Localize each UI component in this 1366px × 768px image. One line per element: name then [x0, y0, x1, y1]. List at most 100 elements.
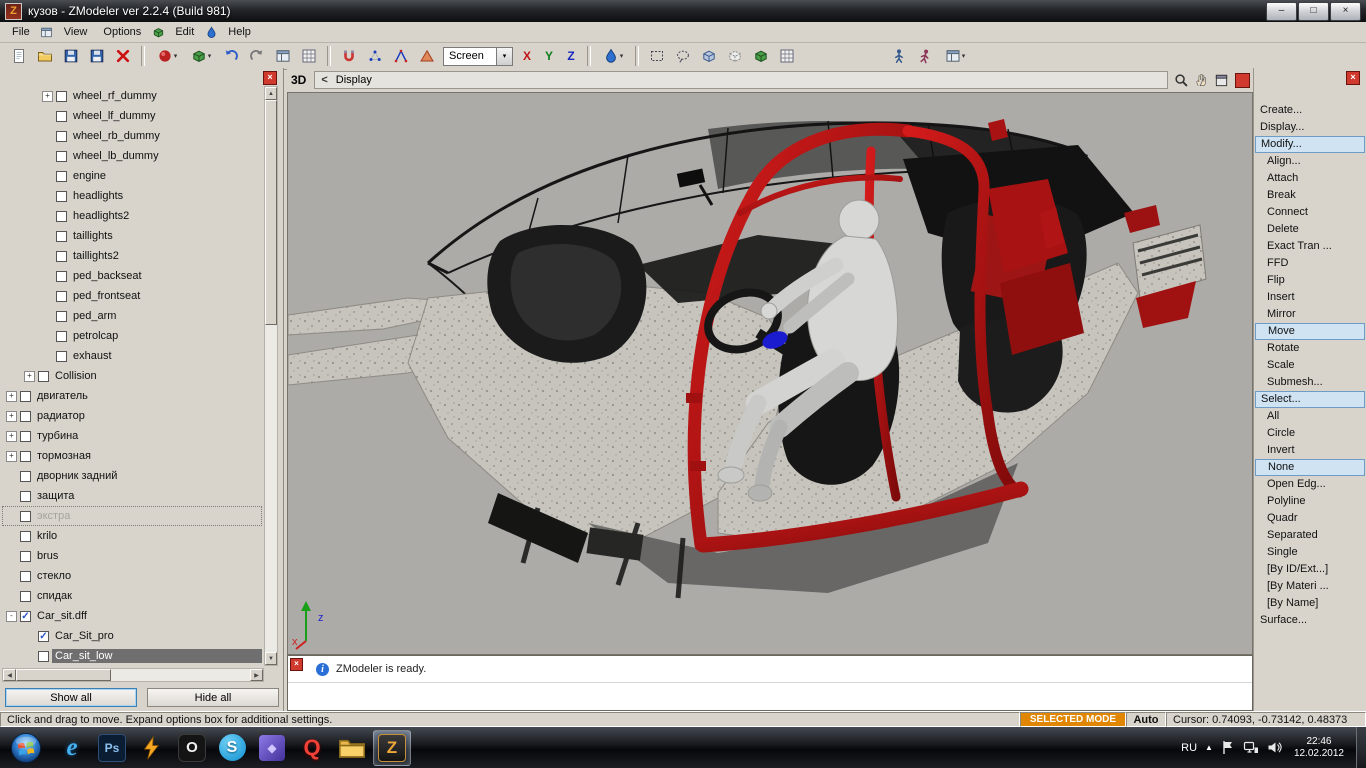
- dropdown-arrow-icon[interactable]: ▾: [496, 48, 512, 65]
- tree-item[interactable]: +двигатель: [2, 386, 262, 406]
- show-desktop-button[interactable]: [1356, 727, 1366, 768]
- select-grid-button[interactable]: [775, 45, 799, 67]
- axis-y-button[interactable]: Y: [539, 45, 559, 67]
- tree-item[interactable]: ped_backseat: [2, 266, 262, 286]
- network-icon[interactable]: [1243, 740, 1259, 755]
- tree-item[interactable]: +радиатор: [2, 406, 262, 426]
- command-by-name[interactable]: [By Name]: [1255, 595, 1365, 612]
- dropdown-arrow-icon[interactable]: ▾: [620, 52, 624, 60]
- skype-icon[interactable]: S: [213, 730, 251, 766]
- qip-icon[interactable]: Q: [293, 730, 331, 766]
- axes-space-select[interactable]: Screen▾: [443, 47, 513, 66]
- tree-item[interactable]: +wheel_rf_dummy: [2, 86, 262, 106]
- volume-icon[interactable]: [1267, 740, 1282, 755]
- opera-icon[interactable]: O: [173, 730, 211, 766]
- tree-item[interactable]: ✓Car_Sit_pro: [2, 626, 262, 646]
- tree-item[interactable]: экстра: [2, 506, 262, 526]
- item-checkbox[interactable]: [20, 591, 31, 602]
- command-connect[interactable]: Connect: [1255, 204, 1365, 221]
- scroll-track-horizontal[interactable]: [16, 669, 250, 681]
- viewport-3d-scene[interactable]: z x: [287, 92, 1253, 655]
- expand-icon[interactable]: +: [6, 431, 17, 442]
- polygons-level-button[interactable]: [415, 45, 439, 67]
- command-display[interactable]: Display...: [1255, 119, 1365, 136]
- command-mirror[interactable]: Mirror: [1255, 306, 1365, 323]
- command-exact-tran[interactable]: Exact Tran ...: [1255, 238, 1365, 255]
- delete-button[interactable]: [111, 45, 135, 67]
- expand-icon[interactable]: +: [6, 451, 17, 462]
- command-surface[interactable]: Surface...: [1255, 612, 1365, 629]
- command-polyline[interactable]: Polyline: [1255, 493, 1365, 510]
- undo-button[interactable]: [219, 45, 243, 67]
- select-object-button[interactable]: [697, 45, 721, 67]
- dropdown-arrow-icon[interactable]: ▾: [174, 52, 178, 60]
- menu-help[interactable]: Help: [220, 24, 259, 40]
- item-checkbox[interactable]: [56, 331, 67, 342]
- menu-quick-icon-3[interactable]: [202, 24, 220, 40]
- purple-app-icon[interactable]: ◆: [253, 730, 291, 766]
- item-checkbox[interactable]: [56, 291, 67, 302]
- axis-z-button[interactable]: Z: [561, 45, 581, 67]
- edges-level-button[interactable]: [389, 45, 413, 67]
- select-volume-button[interactable]: [749, 45, 773, 67]
- save-as-button[interactable]: [85, 45, 109, 67]
- animation-tool-button[interactable]: [913, 45, 937, 67]
- pan-hand-icon[interactable]: [1194, 73, 1209, 88]
- tree-item[interactable]: wheel_lf_dummy: [2, 106, 262, 126]
- command-ffd[interactable]: FFD: [1255, 255, 1365, 272]
- item-checkbox[interactable]: [56, 351, 67, 362]
- command-break[interactable]: Break: [1255, 187, 1365, 204]
- tree-item[interactable]: ped_frontseat: [2, 286, 262, 306]
- item-checkbox[interactable]: [38, 651, 49, 662]
- right-panel-close-button[interactable]: ×: [1346, 71, 1360, 85]
- command-none[interactable]: None: [1255, 459, 1365, 476]
- tree-item[interactable]: petrolcap: [2, 326, 262, 346]
- skeleton-tool-button[interactable]: [887, 45, 911, 67]
- scroll-down-button[interactable]: ▼: [265, 652, 277, 665]
- tree-vertical-scrollbar[interactable]: ▲ ▼: [264, 86, 278, 666]
- action-center-flag-icon[interactable]: [1221, 740, 1235, 755]
- auto-indicator[interactable]: Auto: [1126, 712, 1166, 727]
- item-checkbox[interactable]: [56, 91, 67, 102]
- item-checkbox[interactable]: [20, 431, 31, 442]
- tree-item[interactable]: защита: [2, 486, 262, 506]
- command-separated[interactable]: Separated: [1255, 527, 1365, 544]
- log-close-button[interactable]: ×: [290, 658, 303, 671]
- hide-all-button[interactable]: Hide all: [147, 688, 279, 707]
- menu-edit[interactable]: Edit: [167, 24, 202, 40]
- command-select[interactable]: Select...: [1255, 391, 1365, 408]
- materials-editor-button[interactable]: ▾: [151, 45, 183, 67]
- item-checkbox[interactable]: [38, 371, 49, 382]
- expand-icon[interactable]: +: [42, 91, 53, 102]
- tree-item[interactable]: wheel_lb_dummy: [2, 146, 262, 166]
- item-checkbox[interactable]: [20, 571, 31, 582]
- command-flip[interactable]: Flip: [1255, 272, 1365, 289]
- tree-item[interactable]: brus: [2, 546, 262, 566]
- tree-item[interactable]: headlights: [2, 186, 262, 206]
- command-insert[interactable]: Insert: [1255, 289, 1365, 306]
- collapse-icon[interactable]: -: [6, 611, 17, 622]
- item-checkbox[interactable]: [20, 471, 31, 482]
- scroll-up-button[interactable]: ▲: [265, 87, 277, 100]
- tree-item[interactable]: стекло: [2, 566, 262, 586]
- tree-item[interactable]: krilo: [2, 526, 262, 546]
- expand-icon[interactable]: +: [6, 411, 17, 422]
- scroll-track-vertical[interactable]: [265, 100, 277, 652]
- menu-options[interactable]: Options: [95, 24, 149, 40]
- select-rectangle-button[interactable]: [645, 45, 669, 67]
- select-ghost-button[interactable]: [723, 45, 747, 67]
- item-checkbox[interactable]: [56, 131, 67, 142]
- paint-tool-button[interactable]: ▾: [597, 45, 629, 67]
- save-button[interactable]: [59, 45, 83, 67]
- command-single[interactable]: Single: [1255, 544, 1365, 561]
- grid-toggle-button[interactable]: [297, 45, 321, 67]
- tree-item[interactable]: +Collision: [2, 366, 262, 386]
- minimize-button[interactable]: –: [1266, 2, 1297, 21]
- menu-file[interactable]: File: [4, 24, 38, 40]
- command-create[interactable]: Create...: [1255, 102, 1365, 119]
- item-checkbox[interactable]: [20, 551, 31, 562]
- item-checkbox[interactable]: [56, 251, 67, 262]
- open-file-button[interactable]: [33, 45, 57, 67]
- command-all[interactable]: All: [1255, 408, 1365, 425]
- tree-item[interactable]: +тормозная: [2, 446, 262, 466]
